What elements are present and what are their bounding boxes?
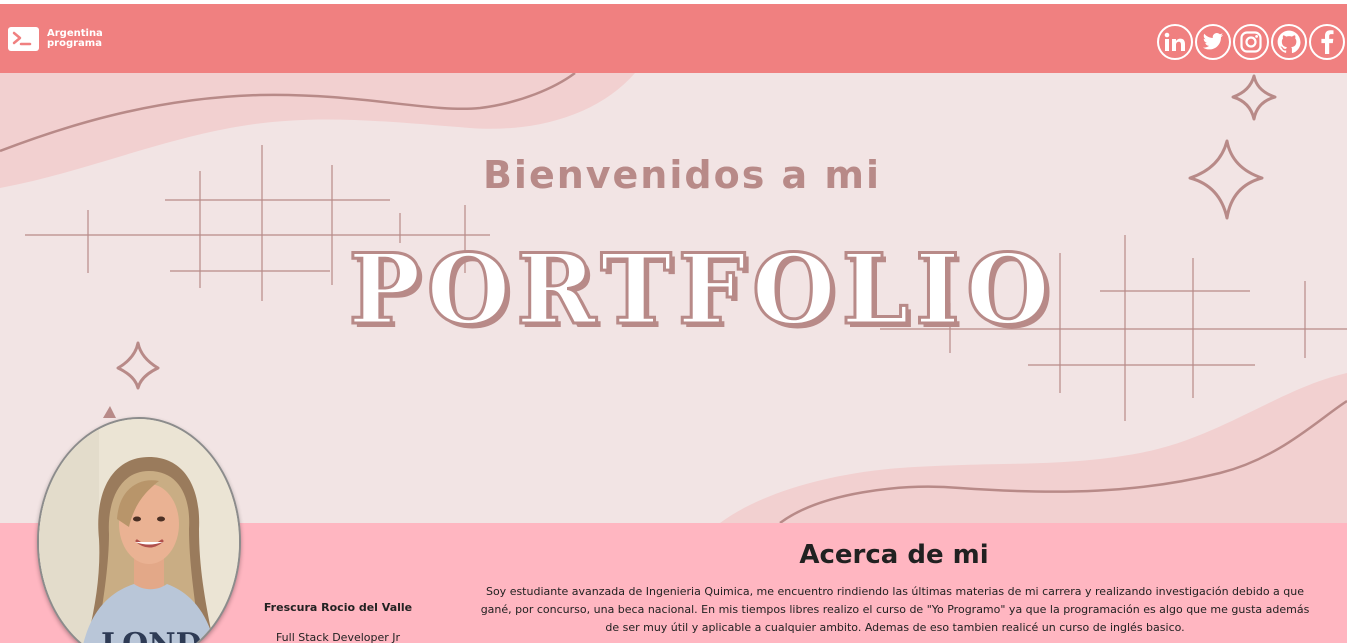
github-link[interactable] <box>1271 24 1307 60</box>
linkedin-link[interactable] <box>1157 24 1193 60</box>
about-text: Soy estudiante avanzada de Ingenieria Qu… <box>480 585 1310 634</box>
social-links <box>1157 24 1345 60</box>
logo-text: Argentina programa <box>47 29 103 49</box>
hero-title: PORTFOLIO <box>347 232 1056 348</box>
navbar: Argentina programa <box>0 4 1347 73</box>
terminal-icon <box>8 27 39 51</box>
twitter-link[interactable] <box>1195 24 1231 60</box>
facebook-icon <box>1321 30 1334 54</box>
instagram-icon <box>1240 31 1262 53</box>
linkedin-icon <box>1164 32 1185 51</box>
instagram-link[interactable] <box>1233 24 1269 60</box>
argentina-programa-logo[interactable]: Argentina programa <box>8 24 103 54</box>
hero-subtitle: Bienvenidos a mi <box>482 153 882 197</box>
twitter-icon <box>1202 33 1224 50</box>
about-title: Acerca de mi <box>799 540 989 570</box>
logo-line-2: programa <box>47 38 102 49</box>
profile-name: Frescura Rocio del Valle <box>263 601 413 614</box>
github-icon <box>1277 30 1301 54</box>
profile-role: Full Stack Developer Jr <box>275 631 401 643</box>
page: Argentina programa Bienvenidos a mi PORT… <box>0 0 1347 643</box>
facebook-link[interactable] <box>1309 24 1345 60</box>
